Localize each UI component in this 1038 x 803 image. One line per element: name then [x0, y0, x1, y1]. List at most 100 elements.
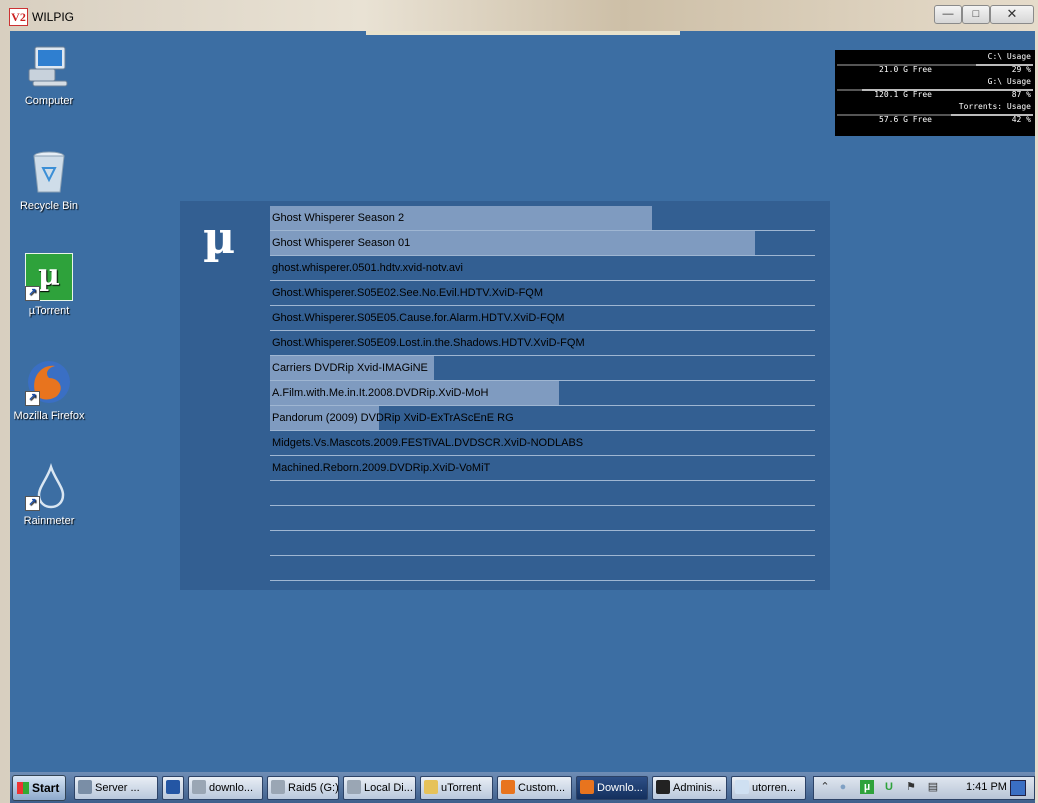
torrent-row[interactable]: Ghost.Whisperer.S05E02.See.No.Evil.HDTV.… — [270, 281, 815, 306]
shortcut-arrow-icon: ↗ — [25, 286, 40, 301]
firefox-icon — [501, 780, 515, 794]
torrent-name: Pandorum (2009) DVDRip XviD-ExTrAScEnE R… — [272, 412, 514, 424]
tray-expand-icon[interactable]: ⌃ — [818, 780, 832, 794]
taskbar-button-label: downlo... — [209, 782, 254, 794]
rainmeter-icon: ↗ — [25, 463, 73, 511]
recycle-bin-icon — [25, 148, 73, 196]
disk-header: Torrents: Usage — [958, 102, 1031, 111]
desktop-icon-firefox[interactable]: ↗ Mozilla Firefox — [10, 358, 88, 422]
torrent-row[interactable]: Ghost.Whisperer.S05E05.Cause.for.Alarm.H… — [270, 306, 815, 331]
disk-usage-bar — [837, 64, 1033, 66]
close-button[interactable]: ✕ — [990, 5, 1034, 24]
drive-icon — [271, 780, 285, 794]
show-desktop-icon[interactable] — [1010, 780, 1026, 796]
firefox-icon: ↗ — [25, 358, 73, 406]
desktop-icon-label: Rainmeter — [23, 515, 75, 527]
torrent-list-panel: µ Ghost Whisperer Season 2 Ghost Whispere… — [180, 201, 830, 590]
minimize-button[interactable]: — — [934, 5, 962, 24]
torrent-row[interactable] — [270, 556, 815, 581]
taskbar-button[interactable]: Adminis... — [652, 776, 727, 800]
taskbar-button[interactable]: utorren... — [731, 776, 806, 800]
disk-usage-bar — [837, 89, 1033, 91]
maximize-button[interactable]: □ — [962, 5, 990, 24]
disk-percent: 42 % — [1011, 115, 1031, 124]
cmd-icon — [656, 780, 670, 794]
torrent-row[interactable]: Ghost Whisperer Season 01 — [270, 231, 815, 256]
shortcut-arrow-icon: ↗ — [25, 496, 40, 511]
taskbar: Start Server ... downlo... Raid5 (G:) Local… — [10, 772, 1035, 803]
rainmeter-tray-icon[interactable]: ● — [836, 780, 850, 794]
disk-header: C:\ Usage — [987, 52, 1031, 61]
taskbar-button[interactable]: Server ... — [74, 776, 158, 800]
torrent-row[interactable]: Machined.Reborn.2009.DVDRip.XviD-VoMiT — [270, 456, 815, 481]
network-icon[interactable]: ▤ — [926, 780, 940, 794]
torrent-name: Midgets.Vs.Mascots.2009.FESTiVAL.DVDSCR.… — [272, 437, 584, 449]
disk-usage-bar — [837, 114, 1033, 116]
top-divider — [366, 31, 680, 35]
torrent-row[interactable]: Ghost Whisperer Season 2 — [270, 206, 815, 231]
taskbar-button-label: Server ... — [95, 782, 140, 794]
torrent-row[interactable] — [270, 481, 815, 506]
taskbar-button-label: Adminis... — [673, 782, 722, 794]
torrent-name: Carriers DVDRip Xvid-IMAGiNE — [272, 362, 428, 374]
taskbar-button[interactable]: Local Di... — [343, 776, 416, 800]
torrent-row[interactable] — [270, 506, 815, 531]
torrent-row[interactable] — [270, 531, 815, 556]
disk-free: 57.6 G Free — [879, 115, 932, 124]
torrent-row[interactable]: Ghost.Whisperer.S05E09.Lost.in.the.Shado… — [270, 331, 815, 356]
taskbar-button-label: Downlo... — [597, 782, 643, 794]
torrent-list: Ghost Whisperer Season 2 Ghost Whisperer … — [270, 206, 815, 581]
drive-icon — [192, 780, 206, 794]
disk-percent: 29 % — [1011, 65, 1031, 74]
desktop-icon-label: Computer — [24, 95, 74, 107]
action-center-flag-icon[interactable]: ⚑ — [904, 780, 918, 794]
desktop-icon-recycle-bin[interactable]: Recycle Bin — [10, 148, 88, 212]
utorrent-tray-icon[interactable]: µ — [860, 780, 874, 794]
torrent-name: Ghost Whisperer Season 2 — [272, 212, 405, 224]
torrent-name: Machined.Reborn.2009.DVDRip.XviD-VoMiT — [272, 462, 491, 474]
start-label: Start — [32, 781, 60, 795]
torrent-row[interactable]: Carriers DVDRip Xvid-IMAGiNE — [270, 356, 815, 381]
notepad-icon — [735, 780, 749, 794]
system-tray: ⌃ ● µ U ⚑ ▤ 1:41 PM — [813, 776, 1035, 800]
taskbar-button[interactable]: Downlo... — [576, 776, 648, 800]
taskbar-button-label: utorren... — [752, 782, 797, 794]
taskbar-button[interactable]: uTorrent — [420, 776, 493, 800]
taskbar-button[interactable] — [162, 776, 184, 800]
start-button[interactable]: Start — [12, 775, 66, 801]
taskbar-button[interactable]: Custom... — [497, 776, 572, 800]
vnc-window: V2 WILPIG — □ ✕ Computer Recycle Bin µ ↗… — [0, 0, 1038, 803]
disk-free: 21.0 G Free — [879, 65, 932, 74]
torrent-row[interactable]: Pandorum (2009) DVDRip XviD-ExTrAScEnE R… — [270, 406, 815, 431]
utorrent-green-tray-icon[interactable]: U — [882, 780, 896, 794]
torrent-name: Ghost.Whisperer.S05E05.Cause.for.Alarm.H… — [272, 312, 565, 324]
windows-flag-icon — [17, 782, 29, 794]
shortcut-arrow-icon: ↗ — [25, 391, 40, 406]
desktop-icon-label: Recycle Bin — [19, 200, 79, 212]
vnc-app-icon: V2 — [9, 8, 28, 26]
server-manager-icon — [78, 780, 92, 794]
taskbar-button-label: Raid5 (G:) — [288, 782, 339, 794]
desktop-icon-utorrent[interactable]: µ ↗ µTorrent — [10, 253, 88, 317]
utorrent-icon: µ ↗ — [25, 253, 73, 301]
taskbar-button-label: Custom... — [518, 782, 566, 794]
window-titlebar[interactable]: V2 WILPIG — □ ✕ — [0, 0, 1038, 31]
taskbar-button[interactable]: Raid5 (G:) — [267, 776, 339, 800]
taskbar-button[interactable]: downlo... — [188, 776, 263, 800]
desktop-icon-label: Mozilla Firefox — [13, 410, 85, 422]
torrent-name: Ghost.Whisperer.S05E02.See.No.Evil.HDTV.… — [272, 287, 544, 299]
desktop-icon-computer[interactable]: Computer — [10, 43, 88, 107]
torrent-row[interactable]: A.Film.with.Me.in.It.2008.DVDRip.XviD-Mo… — [270, 381, 815, 406]
disk-percent: 87 % — [1011, 90, 1031, 99]
torrent-row[interactable]: Midgets.Vs.Mascots.2009.FESTiVAL.DVDSCR.… — [270, 431, 815, 456]
drive-icon — [347, 780, 361, 794]
computer-icon — [25, 43, 73, 91]
taskbar-button-label: Local Di... — [364, 782, 413, 794]
disk-header: G:\ Usage — [987, 77, 1031, 86]
torrent-row[interactable]: ghost.whisperer.0501.hdtv.xvid-notv.avi — [270, 256, 815, 281]
taskbar-clock[interactable]: 1:41 PM — [966, 781, 1007, 793]
firefox-icon — [580, 780, 594, 794]
powershell-icon — [166, 780, 180, 794]
remote-desktop[interactable]: Computer Recycle Bin µ ↗ µTorrent ↗ Mozi… — [10, 31, 1035, 772]
desktop-icon-rainmeter[interactable]: ↗ Rainmeter — [10, 463, 88, 527]
